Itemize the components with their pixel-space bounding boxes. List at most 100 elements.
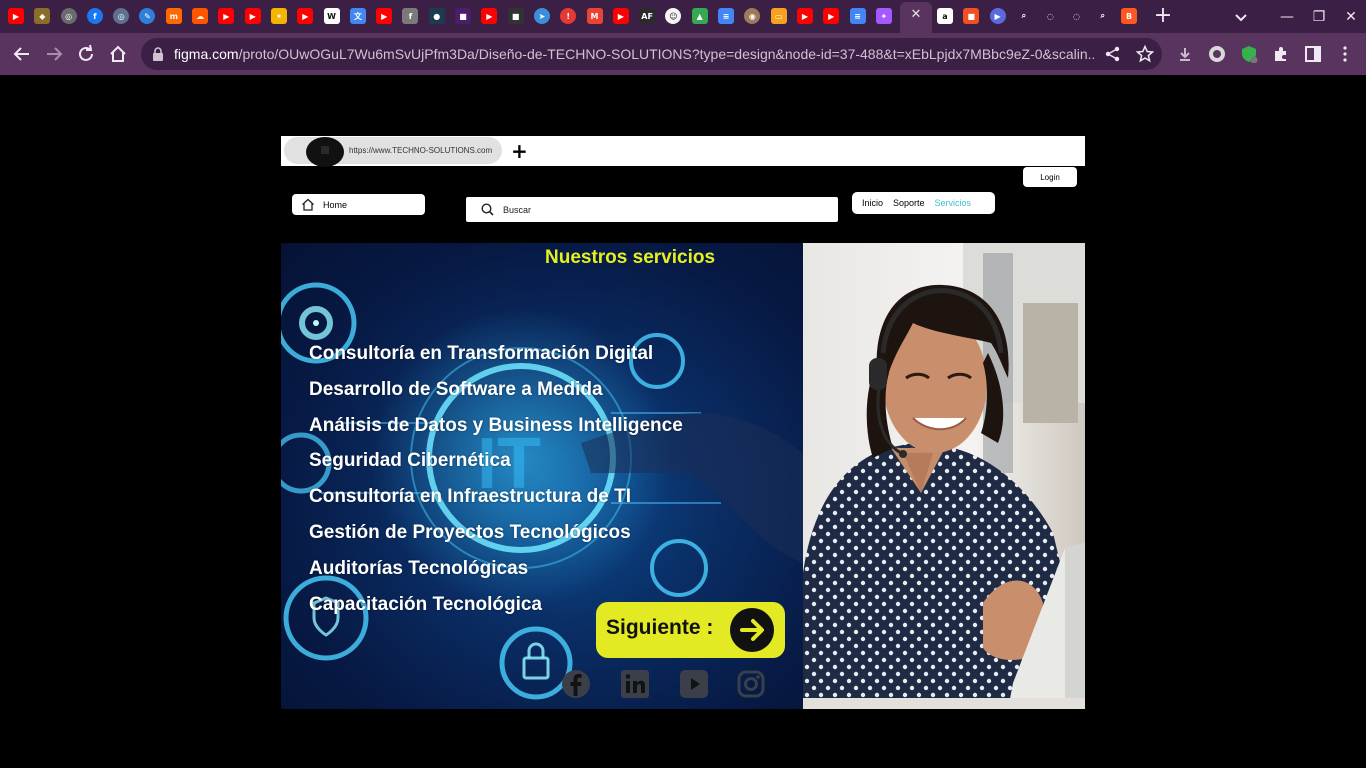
search-placeholder: Buscar [503,205,532,215]
lock-icon[interactable] [152,47,164,61]
home-icon [302,198,314,211]
af-icon[interactable]: AF [639,8,656,24]
support-agent-photo [803,243,1085,709]
service-item: Consultoría en Infraestructura de TI [309,486,631,508]
youtube-icon[interactable]: ▶ [244,8,261,24]
home-icon[interactable] [107,43,129,65]
restore-button[interactable]: ❐ [1308,6,1330,28]
search-icon[interactable]: ⌕ [1094,8,1111,24]
nav-item-soporte[interactable]: Soporte [893,198,925,208]
login-button[interactable]: Login [1023,167,1077,187]
forward-icon[interactable] [43,43,65,65]
nav-item-inicio[interactable]: Inicio [862,198,883,208]
menu-kebab-icon[interactable] [1336,45,1354,63]
wix-icon[interactable]: W [323,8,340,24]
docs-icon[interactable]: ≡ [718,8,735,24]
search-icon[interactable]: ⌕ [1015,8,1032,24]
service-item: Consultoría en Transformación Digital [309,343,654,364]
tab-close-icon[interactable]: ✕ [909,8,923,22]
next-label: Siguiente : [606,616,714,639]
home-button[interactable]: Home [292,194,425,215]
youtube-icon[interactable]: ▶ [8,8,24,24]
alert-icon[interactable]: ! [560,8,577,24]
search-icon [481,203,494,216]
youtube-icon[interactable]: ▶ [218,8,235,24]
home-label: Home [323,200,348,210]
globe-icon[interactable]: ◎ [113,8,130,24]
tab-search-icon[interactable] [1232,8,1250,26]
emoji-icon[interactable]: ☺ [665,8,682,24]
close-window-button[interactable]: ✕ [1340,6,1362,28]
mock-tab-url: https://www.TECHNO-SOLUTIONS.com [349,146,493,155]
drive-icon[interactable]: ▲ [691,8,708,24]
youtube-icon[interactable]: ▶ [612,8,629,24]
youtube-icon[interactable]: ▶ [796,8,813,24]
service-item: Desarrollo de Software a Medida [309,378,603,400]
search-input[interactable]: Buscar [466,197,838,222]
tab-favicons: ▶ ◆ ◎ f ◎ ✎ m ☁ ▶ ▶ ✶ ▶ W 文 ▶ f ● ■ ▶ ■ ➤! M ▶ AF ☺ ▲ ≡ ◉ ▭ ▶ ▶ ≡ ✦ [8,5,902,27]
new-tab-button[interactable]: + [1152,4,1174,28]
mock-browser-tab[interactable]: https://www.TECHNO-SOLUTIONS.com [284,137,502,167]
video-icon[interactable]: ■ [507,8,524,24]
url-host: figma.com [174,46,239,62]
microsoft-icon[interactable]: ■ [963,8,980,24]
back-icon[interactable] [11,43,33,65]
youtube-icon[interactable]: ▶ [823,8,840,24]
url-path: /proto/OUwOGuL7Wu6mSvUjPfm3Da/Diseño-de-… [238,46,1094,62]
youtube-icon[interactable]: ▶ [481,8,498,24]
tab-strip: ▶ ◆ ◎ f ◎ ✎ m ☁ ▶ ▶ ✶ ▶ W 文 ▶ f ● ■ ▶ ■ ➤! M ▶ AF ☺ ▲ ≡ ◉ ▭ ▶ ▶ ≡ ✦ ✕ a ■… [0,0,1366,33]
slides-icon[interactable]: ▭ [770,8,787,24]
nav-item-servicios[interactable]: Servicios [935,198,972,208]
app-icon[interactable]: ■ [455,8,472,24]
shield-extension-icon[interactable] [1240,45,1258,63]
soundcloud-icon[interactable]: ☁ [192,8,209,24]
globe-icon[interactable]: ◎ [60,8,77,24]
gmail-icon[interactable]: M [586,8,603,24]
service-item: Gestión de Proyectos Tecnológicos [309,521,631,543]
loading-icon[interactable]: ◌ [1042,8,1059,24]
app-icon[interactable]: ● [428,8,445,24]
amazon-icon[interactable]: a [937,8,953,24]
mock-browser-tabbar: https://www.TECHNO-SOLUTIONS.com + [281,136,1085,167]
linkedin-icon[interactable] [620,669,650,699]
blogger-icon[interactable]: B [1121,8,1138,24]
service-item: Auditorías Tecnológicas [309,557,529,579]
mock-new-tab-icon[interactable]: + [511,140,528,162]
reload-icon[interactable] [75,43,97,65]
bird-icon[interactable]: ➤ [533,8,550,24]
loading-icon[interactable]: ◌ [1068,8,1085,24]
prototype-frame: https://www.TECHNO-SOLUTIONS.com + Login… [281,136,1085,709]
figma-icon[interactable]: ✦ [875,8,892,24]
youtube-icon[interactable] [679,669,709,699]
minimize-button[interactable]: — [1276,6,1298,28]
url-text[interactable]: figma.com/proto/OUwOGuL7Wu6mSvUjPfm3Da/D… [174,45,1094,63]
play-icon[interactable]: ▶ [989,8,1006,24]
arrow-right-icon [730,608,774,652]
services-panel: IT Nuestros servicios Consultoría en Tra… [281,243,803,709]
chrome-icon[interactable]: ◉ [744,8,761,24]
extension-eye-icon[interactable] [1208,45,1226,63]
tab-favicons-after: a ■ ▶ ⌕ ◌ ◌ ⌕ B [937,8,1147,24]
facebook-icon[interactable] [561,669,591,699]
youtube-icon[interactable]: ▶ [376,8,393,24]
youtube-icon[interactable]: ▶ [297,8,314,24]
extensions-puzzle-icon[interactable] [1272,45,1290,63]
font-icon[interactable]: f [402,8,419,24]
shield-icon[interactable]: ◆ [34,8,51,24]
services-list: Consultoría en Transformación Digital Des… [309,342,683,628]
service-item: Seguridad Cibernética [309,450,511,472]
next-button[interactable]: Siguiente : [596,602,785,658]
star-icon[interactable]: ✶ [270,8,287,24]
translate-icon[interactable]: 文 [349,8,366,24]
mi-icon[interactable]: m [165,8,182,24]
pen-icon[interactable]: ✎ [139,8,156,24]
tab-site-icon [306,137,344,167]
services-title: Nuestros servicios [545,247,716,268]
instagram-icon[interactable] [736,669,766,699]
side-panel-icon[interactable] [1304,45,1322,63]
download-icon[interactable] [1176,45,1194,63]
share-icon[interactable] [1104,45,1122,63]
facebook-icon[interactable]: f [86,8,103,24]
bookmark-star-icon[interactable] [1136,45,1154,63]
docs-icon[interactable]: ≡ [849,8,866,24]
